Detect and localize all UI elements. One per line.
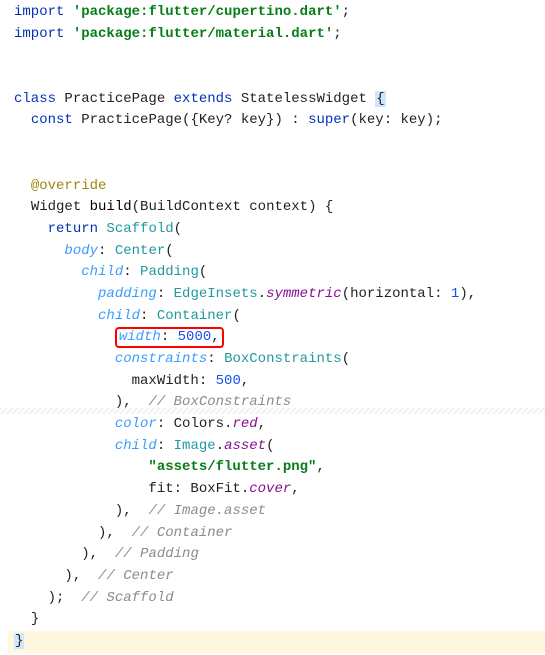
- code-line: child: Image.asset(: [8, 436, 545, 458]
- type-center: Center: [115, 243, 165, 259]
- code-line: ), // Padding: [8, 544, 545, 566]
- type-container: Container: [157, 308, 233, 324]
- keyword-import: import: [14, 26, 64, 42]
- comment: // Padding: [98, 546, 199, 562]
- keyword-class: class: [14, 91, 56, 107]
- string-literal: 'package:flutter/cupertino.dart': [73, 4, 342, 20]
- code-line: const PracticePage({Key? key}) : super(k…: [8, 110, 545, 132]
- highlighted-code: width: 5000,: [115, 327, 224, 348]
- code-line-caret: }: [8, 631, 545, 653]
- code-line: @override: [8, 176, 545, 198]
- code-line: ), // Image.asset: [8, 501, 545, 523]
- code-line: constraints: BoxConstraints(: [8, 349, 545, 371]
- code-line: [8, 154, 545, 176]
- code-line: ), // BoxConstraints: [8, 392, 545, 414]
- brace-highlight: }: [14, 633, 24, 649]
- code-line: "assets/flutter.png",: [8, 457, 545, 479]
- code-line: }: [8, 609, 545, 631]
- code-line: body: Center(: [8, 241, 545, 263]
- prop-red: red: [232, 416, 257, 432]
- code-line: return Scaffold(: [8, 219, 545, 241]
- prop-cover: cover: [249, 481, 291, 497]
- string-literal: 'package:flutter/material.dart': [73, 26, 333, 42]
- code-line: width: 5000,: [8, 327, 545, 349]
- param-child: child: [98, 308, 140, 324]
- param-constraints: constraints: [115, 351, 207, 367]
- keyword-extends: extends: [174, 91, 233, 107]
- type-scaffold: Scaffold: [98, 221, 174, 237]
- code-line: ), // Center: [8, 566, 545, 588]
- comment: // BoxConstraints: [132, 394, 292, 410]
- keyword-return: return: [48, 221, 98, 237]
- string-literal: "assets/flutter.png": [148, 459, 316, 475]
- code-line: fit: BoxFit.cover,: [8, 479, 545, 501]
- code-editor[interactable]: import 'package:flutter/cupertino.dart';…: [0, 0, 545, 653]
- brace-highlight: {: [375, 91, 385, 107]
- keyword-import: import: [14, 4, 64, 20]
- param-color: color: [115, 416, 157, 432]
- type-edgeinsets: EdgeInsets: [174, 286, 258, 302]
- param-padding: padding: [98, 286, 157, 302]
- comment: // Container: [115, 525, 233, 541]
- keyword-const: const: [31, 112, 73, 128]
- number-literal: 500: [216, 373, 241, 389]
- code-line: child: Container(: [8, 306, 545, 328]
- comment: // Image.asset: [132, 503, 266, 519]
- param-child: child: [115, 438, 157, 454]
- type-image: Image: [174, 438, 216, 454]
- code-line: import 'package:flutter/cupertino.dart';: [8, 2, 545, 24]
- code-line: class PracticePage extends StatelessWidg…: [8, 89, 545, 111]
- keyword-super: super: [308, 112, 350, 128]
- code-line: color: Colors.red,: [8, 414, 545, 436]
- comment: // Center: [81, 568, 173, 584]
- code-line: child: Padding(: [8, 262, 545, 284]
- param-child: child: [81, 264, 123, 280]
- code-line: [8, 132, 545, 154]
- code-line: Widget build(BuildContext context) {: [8, 197, 545, 219]
- code-line: maxWidth: 500,: [8, 371, 545, 393]
- code-line: ); // Scaffold: [8, 588, 545, 610]
- code-line: import 'package:flutter/material.dart';: [8, 24, 545, 46]
- type-padding: Padding: [140, 264, 199, 280]
- code-line: padding: EdgeInsets.symmetric(horizontal…: [8, 284, 545, 306]
- method-symmetric: symmetric: [266, 286, 342, 302]
- param-width: width: [119, 329, 161, 345]
- code-line: [8, 67, 545, 89]
- annotation-override: @override: [31, 178, 107, 194]
- type-boxconstraints: BoxConstraints: [224, 351, 342, 367]
- code-line: [8, 45, 545, 67]
- method-asset: asset: [224, 438, 266, 454]
- number-literal: 5000: [178, 329, 212, 345]
- code-line: ), // Container: [8, 523, 545, 545]
- param-body: body: [64, 243, 98, 259]
- comment: // Scaffold: [64, 590, 173, 606]
